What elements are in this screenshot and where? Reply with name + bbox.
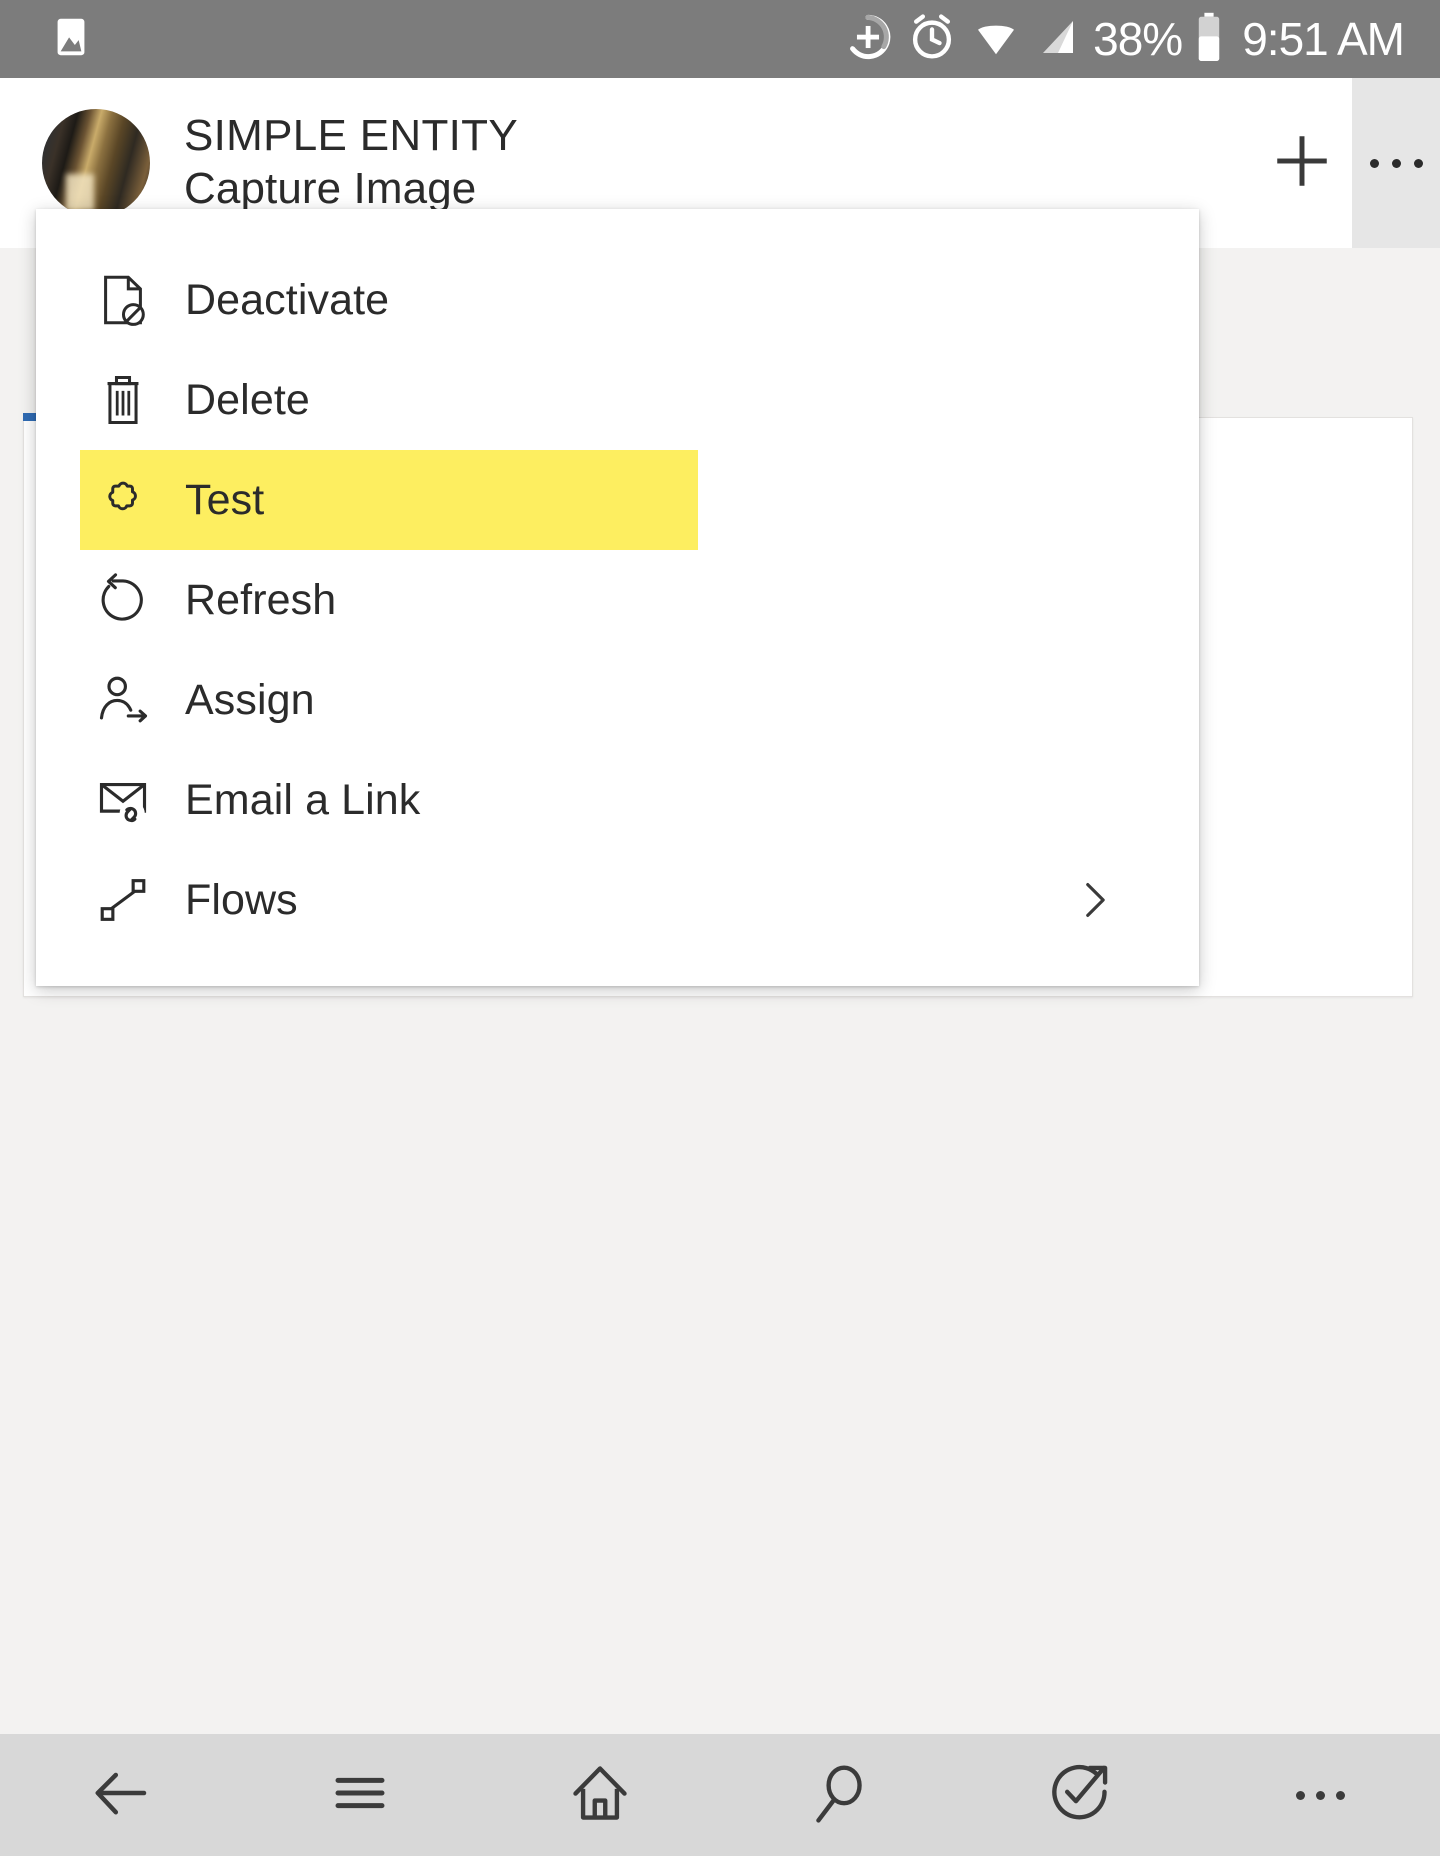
overflow-dots-icon	[1295, 1790, 1345, 1800]
assistant-check-arrow-icon	[1045, 1758, 1115, 1833]
page-blocked-icon	[94, 271, 158, 329]
record-title-label: Capture Image	[184, 164, 477, 214]
android-status-bar: 38% 9:51 AM	[0, 0, 1440, 78]
entity-name-label: SIMPLE ENTITY	[184, 111, 518, 161]
nav-assistant-button[interactable]	[960, 1734, 1200, 1856]
record-image-avatar[interactable]	[42, 109, 150, 217]
cellular-signal-icon	[1035, 15, 1079, 64]
app-header-titles: SIMPLE ENTITY Capture Image	[184, 111, 518, 215]
flows-icon	[94, 871, 158, 929]
wifi-icon	[971, 15, 1021, 64]
menu-item-refresh[interactable]: Refresh	[36, 550, 1199, 650]
data-saver-plus-icon	[843, 12, 893, 67]
menu-item-assign[interactable]: Assign	[36, 650, 1199, 750]
assign-user-icon	[94, 671, 158, 729]
new-record-button[interactable]	[1252, 78, 1352, 248]
home-icon	[565, 1758, 635, 1833]
refresh-icon	[94, 571, 158, 629]
menu-item-label: Deactivate	[185, 275, 390, 324]
nav-search-button[interactable]	[720, 1734, 960, 1856]
plus-icon	[1269, 128, 1335, 199]
menu-item-test[interactable]: Test	[80, 450, 698, 550]
nav-back-button[interactable]	[0, 1734, 240, 1856]
puzzle-piece-icon	[94, 471, 158, 529]
search-icon	[805, 1758, 875, 1833]
menu-item-label: Email a Link	[185, 775, 421, 824]
app-header-actions	[1252, 78, 1440, 248]
menu-item-label: Assign	[185, 675, 315, 724]
menu-item-deactivate[interactable]: Deactivate	[36, 250, 1199, 350]
trash-icon	[94, 371, 158, 429]
status-bar-left-icons	[0, 14, 94, 65]
bottom-navigation-bar	[0, 1734, 1440, 1856]
alarm-icon	[907, 12, 957, 67]
nav-more-button[interactable]	[1200, 1734, 1440, 1856]
mobile-screen: 38% 9:51 AM SIMPLE ENTITY Capture Image	[0, 0, 1440, 1856]
menu-item-label: Flows	[185, 875, 298, 924]
overflow-dots-icon	[1369, 158, 1423, 168]
email-link-icon	[94, 771, 158, 829]
back-arrow-icon	[84, 1757, 156, 1834]
menu-item-delete[interactable]: Delete	[36, 350, 1199, 450]
menu-item-flows[interactable]: Flows	[36, 850, 1199, 950]
battery-percent-label: 38%	[1093, 13, 1183, 65]
nav-home-button[interactable]	[480, 1734, 720, 1856]
menu-item-label: Test	[185, 475, 265, 524]
command-flyout-menu: Deactivate Delete Test Refresh Assign Em…	[36, 209, 1199, 986]
more-commands-button[interactable]	[1352, 78, 1440, 248]
status-bar-right-icons: 38% 9:51 AM	[843, 12, 1440, 67]
menu-item-label: Delete	[185, 375, 310, 424]
battery-icon	[1196, 12, 1222, 67]
clock-label: 9:51 AM	[1242, 13, 1405, 65]
chevron-right-icon[interactable]	[1069, 875, 1159, 925]
hamburger-menu-icon	[327, 1760, 393, 1831]
menu-item-email-a-link[interactable]: Email a Link	[36, 750, 1199, 850]
image-notification-icon	[48, 14, 94, 65]
menu-item-label: Refresh	[185, 575, 337, 624]
command-menu-list: Deactivate Delete Test Refresh Assign Em…	[36, 209, 1199, 950]
nav-menu-button[interactable]	[240, 1734, 480, 1856]
